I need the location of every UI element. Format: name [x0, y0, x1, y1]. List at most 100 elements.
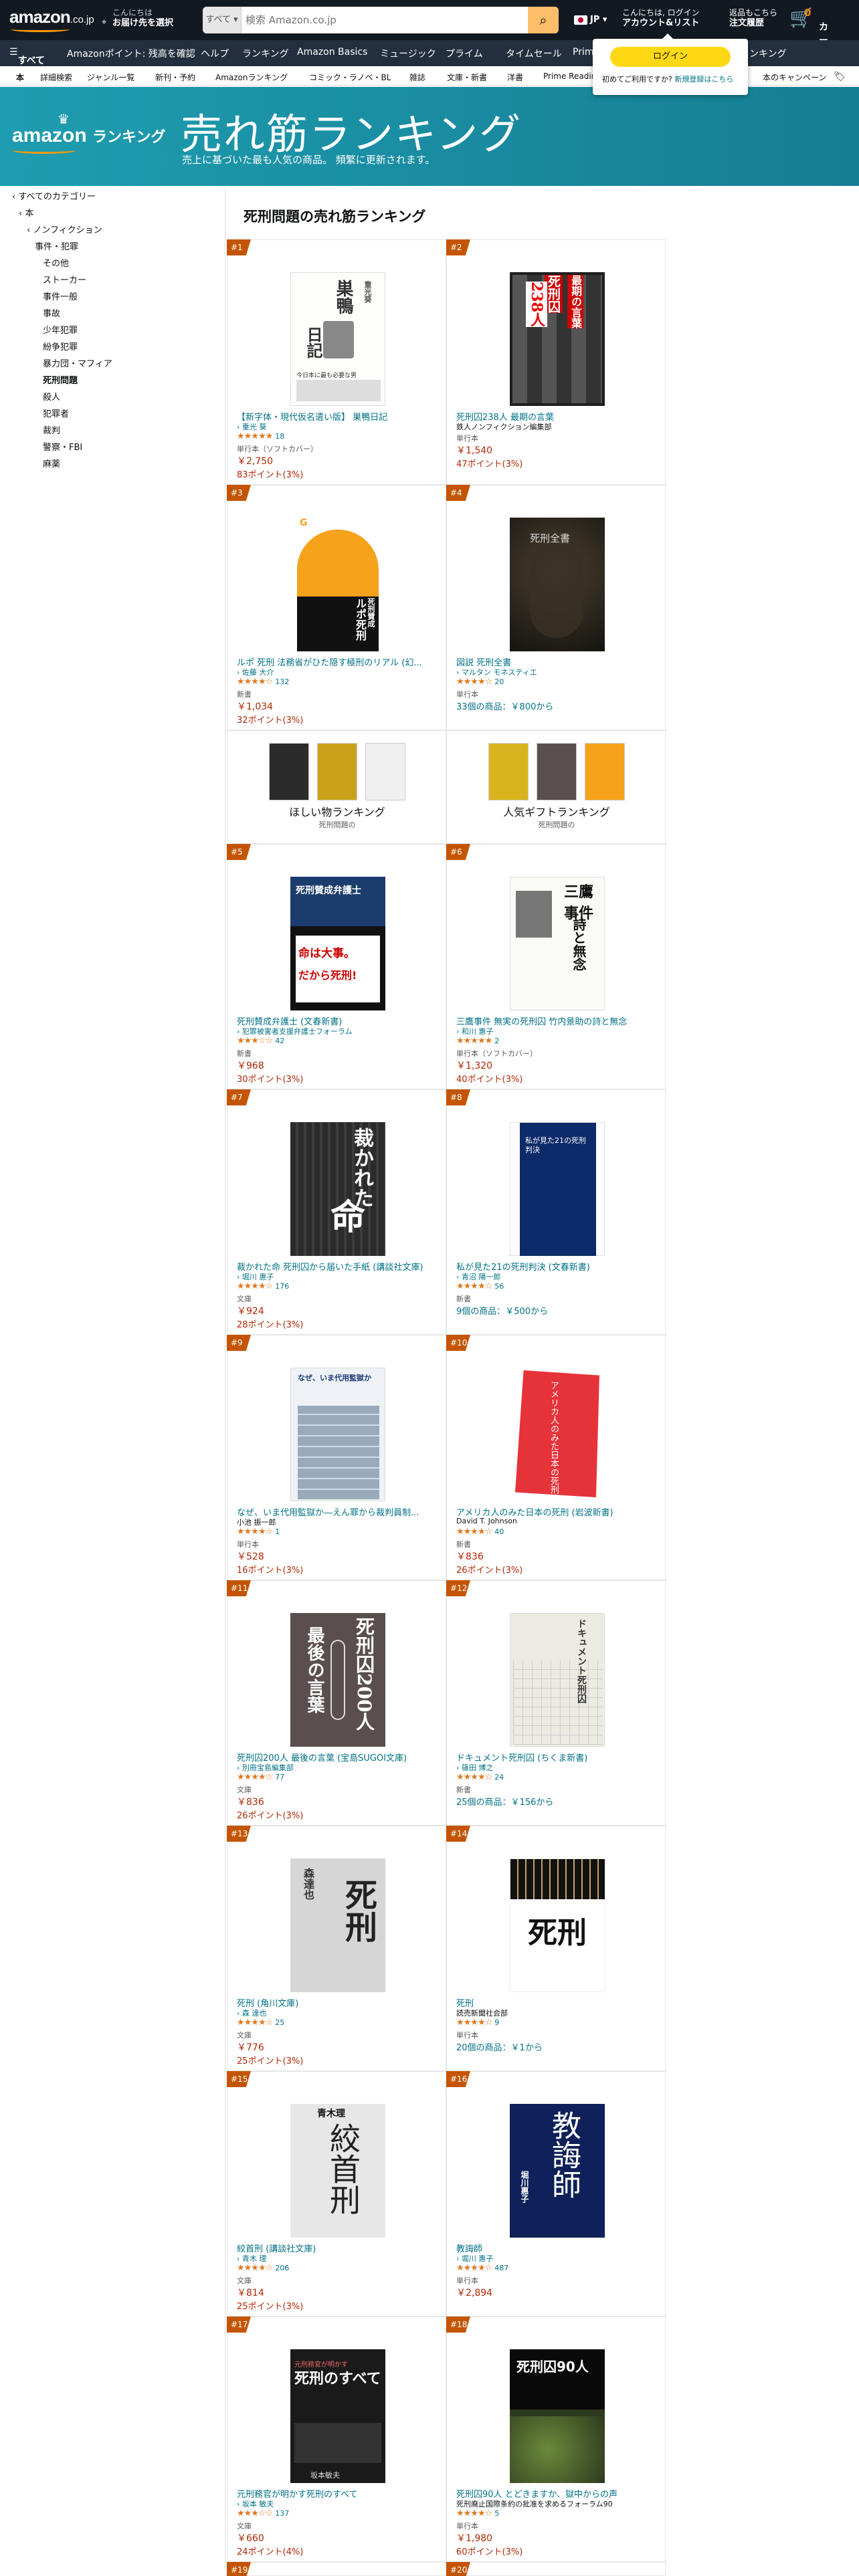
product-card[interactable]: #19: [227, 2562, 446, 2576]
product-card[interactable]: #15 青木理 絞首刑 絞首刑 (講談社文庫) › 青木 理 ★★★★☆ 206 文庫 ￥814…: [227, 2071, 446, 2317]
language-selector[interactable]: JP ▾: [574, 15, 607, 25]
star-rating[interactable]: ★★★★★ 18: [237, 431, 284, 441]
sidebar-item[interactable]: 事故: [43, 308, 60, 320]
product-author[interactable]: › 坂本 敏夫: [237, 2498, 438, 2509]
register-link[interactable]: 新規登録はこちら: [674, 75, 733, 84]
sidebar-item[interactable]: ‹ 本: [19, 208, 33, 220]
book-cover-image[interactable]: アメリカ人のみた日本の死刑: [510, 1368, 605, 1501]
strip-item[interactable]: 文庫・新書: [447, 72, 487, 83]
product-author[interactable]: › 青沼 陽一郎: [456, 1271, 657, 1282]
book-cover-image[interactable]: 巣鴨 日記 今日本に最も必要な男 重光葵: [290, 272, 385, 406]
offers-link[interactable]: 20個の商品：￥1から: [456, 2040, 543, 2053]
sidebar-item[interactable]: ‹ すべてのカテゴリー: [12, 191, 96, 203]
subnav-item[interactable]: ミュージック: [380, 47, 436, 60]
star-rating[interactable]: ★★★★☆ 56: [456, 1281, 504, 1291]
book-cover-image[interactable]: 森達也 死刑: [290, 1858, 385, 1992]
product-author[interactable]: › 堀川 惠子: [456, 2253, 657, 2264]
star-rating[interactable]: ★★★★☆ 206: [237, 2263, 289, 2273]
sidebar-item[interactable]: 暴力団・マフィア: [43, 358, 112, 370]
strip-item[interactable]: Amazonランキング: [215, 72, 288, 83]
orders-link[interactable]: 返品もこちら 注文履歴: [729, 8, 777, 28]
deliver-to[interactable]: ⌖ こんにちは お届け先を選択: [102, 8, 173, 28]
search-category-dropdown[interactable]: すべて ▾: [203, 7, 242, 33]
star-rating[interactable]: ★★★★☆ 20: [456, 677, 504, 687]
sidebar-item[interactable]: 犯罪者: [43, 409, 69, 421]
cart-button[interactable]: 🛒0カート: [789, 7, 828, 60]
strip-item[interactable]: ジャンル一覧: [87, 72, 134, 83]
product-author[interactable]: › 堀川 惠子: [237, 1271, 438, 1282]
sidebar-item[interactable]: ‹ ノンフィクション: [27, 225, 102, 237]
product-author[interactable]: › 和川 惠子: [456, 1026, 657, 1037]
book-cover-image[interactable]: 裁かれた命: [290, 1122, 385, 1256]
star-rating[interactable]: ★★★★☆ 487: [456, 2263, 508, 2273]
star-rating[interactable]: ★★★★☆ 132: [237, 677, 289, 687]
strip-item[interactable]: 新刊・予約: [155, 72, 195, 83]
sidebar-item[interactable]: 紛争犯罪: [43, 342, 78, 354]
product-card[interactable]: #5 死刑賛成弁護士 命は大事。 だから死刑! 死刑賛成弁護士 (文春新書) › 犯罪被害…: [227, 844, 446, 1089]
book-cover-image[interactable]: 死刑: [510, 1858, 605, 1992]
wishlist-ranking-link[interactable]: ほしい物ランキング 死刑問題の: [227, 730, 446, 844]
star-rating[interactable]: ★★★★☆ 9: [456, 2018, 499, 2028]
sidebar-item[interactable]: 事件一般: [43, 292, 78, 304]
book-cover-image[interactable]: 死刑囚200人 最後の言葉: [290, 1613, 385, 1747]
star-rating[interactable]: ★★★★★ 2: [456, 1036, 499, 1046]
product-card[interactable]: #8 私が見た21の死刑判決 私が見た21の死刑判決 (文春新書) › 青沼 陽一郎 ★…: [446, 1089, 666, 1335]
offers-link[interactable]: 25個の商品：￥156から: [456, 1795, 553, 1808]
star-rating[interactable]: ★★★★☆ 176: [237, 1281, 289, 1291]
subnav-item[interactable]: Prim: [573, 47, 593, 58]
product-author[interactable]: › 佐藤 大介: [237, 667, 438, 677]
product-card[interactable]: #18 死刑囚90人 死刑囚90人 とどきますか、獄中からの声 死刑廃止国際条約の批准…: [446, 2317, 666, 2562]
sidebar-item[interactable]: ストーカー: [43, 275, 86, 287]
product-card[interactable]: #4 死刑全書 図説 死刑全書 › マルタン モネスティエ ★★★★☆ 20 単行本 33個の…: [446, 485, 666, 730]
book-cover-image[interactable]: 私が見た21の死刑判決: [510, 1122, 605, 1256]
product-author[interactable]: › 重光 葵: [237, 421, 438, 432]
strip-item[interactable]: 本: [16, 72, 24, 83]
sidebar-item[interactable]: 麻薬: [43, 459, 60, 471]
search-input[interactable]: [246, 7, 513, 33]
star-rating[interactable]: ★★★★☆ 25: [237, 2018, 284, 2028]
product-author[interactable]: › 篠田 博之: [456, 1762, 657, 1773]
product-card[interactable]: #11 死刑囚200人 最後の言葉 死刑囚200人 最後の言葉 (宝島SUGOI文庫)…: [227, 1580, 446, 1826]
book-cover-image[interactable]: ルポ死刑 死刑賛成 G: [290, 518, 385, 651]
product-card[interactable]: #17 元刑務官が明かす 死刑のすべて 坂本敏夫 元刑務官が明かす死刑のすべて › 坂本 …: [227, 2317, 446, 2562]
offers-link[interactable]: 33個の商品：￥800から: [456, 700, 553, 712]
book-cover-image[interactable]: 元刑務官が明かす 死刑のすべて 坂本敏夫: [290, 2349, 385, 2483]
amazon-logo[interactable]: amazon.co.jp: [9, 7, 94, 32]
subnav-item[interactable]: プライム: [446, 47, 483, 60]
book-cover-image[interactable]: 死刑賛成弁護士 命は大事。 だから死刑!: [290, 877, 385, 1010]
book-cover-image[interactable]: 死刑全書: [510, 518, 605, 651]
product-card[interactable]: #20: [446, 2562, 666, 2576]
subnav-item[interactable]: ヘルプ: [201, 47, 229, 60]
book-cover-image[interactable]: 三鷹事件 詩と無念: [510, 877, 605, 1010]
all-menu-button[interactable]: ☰ すべて: [9, 47, 45, 66]
subnav-item[interactable]: ランキング: [242, 47, 289, 60]
star-rating[interactable]: ★★★★☆ 24: [456, 1772, 504, 1782]
product-card[interactable]: #13 森達也 死刑 死刑 (角川文庫) › 森 達也 ★★★★☆ 25 文庫 ￥776 25ポイ…: [227, 1826, 446, 2071]
strip-item[interactable]: コミック・ラノベ・BL: [309, 72, 391, 83]
promo-title[interactable]: 人気ギフトランキング: [447, 803, 666, 819]
product-card[interactable]: #6 三鷹事件 詩と無念 三鷹事件 無実の死刑囚 竹内景助の詩と無念 › 和川 惠子 ★★…: [446, 844, 666, 1089]
product-card[interactable]: #16 教誨師 堀川惠子 教誨師 › 堀川 惠子 ★★★★☆ 487 単行本 ￥2,894: [446, 2071, 666, 2317]
product-card[interactable]: #12 ドキュメント死刑囚 ドキュメント死刑囚 (ちくま新書) › 篠田 博之 ★★★★…: [446, 1580, 666, 1826]
sidebar-item[interactable]: 警察・FBI: [43, 442, 82, 454]
promo-title[interactable]: ほしい物ランキング: [227, 803, 447, 819]
star-rating[interactable]: ★★★☆☆ 137: [237, 2508, 289, 2518]
star-rating[interactable]: ★★★★☆ 1: [237, 1527, 280, 1537]
sidebar-item[interactable]: その他: [43, 258, 69, 270]
product-card[interactable]: #10 アメリカ人のみた日本の死刑 アメリカ人のみた日本の死刑 (岩波新書) Davi…: [446, 1335, 666, 1580]
book-cover-image[interactable]: 青木理 絞首刑: [290, 2104, 385, 2238]
subnav-item[interactable]: ンキング: [749, 47, 787, 60]
account-menu[interactable]: こんにちは, ログイン アカウント&リスト: [622, 8, 700, 28]
offers-link[interactable]: 9個の商品：￥500から: [456, 1304, 548, 1317]
product-author[interactable]: › 青木 理: [237, 2253, 438, 2264]
book-cover-image[interactable]: 死刑囚90人: [510, 2349, 605, 2483]
sidebar-item[interactable]: 事件・犯罪: [35, 241, 78, 253]
product-card[interactable]: #2 死刑囚 238人 最期の言葉 死刑囚238人 最期の言葉 鉄人ノンフィクション編集部…: [446, 239, 666, 485]
product-author[interactable]: › 森 達也: [237, 2008, 438, 2018]
product-card[interactable]: #14 死刑 死刑 読売新聞社会部 ★★★★☆ 9 単行本 20個の商品：￥1から: [446, 1826, 666, 2071]
product-card[interactable]: #7 裁かれた命裁かれた命 死刑囚から届いた手紙 (講談社文庫) › 堀川 惠子 ★★…: [227, 1089, 446, 1335]
strip-item[interactable]: 雑誌: [409, 72, 425, 83]
tag-icon[interactable]: 🏷: [834, 72, 846, 82]
book-cover-image[interactable]: 死刑囚 238人 最期の言葉: [510, 272, 605, 406]
product-card[interactable]: #9 なぜ、いま代用監獄か なぜ、いま代用監獄か―えん罪から裁判員制... 小池 振一…: [227, 1335, 446, 1580]
